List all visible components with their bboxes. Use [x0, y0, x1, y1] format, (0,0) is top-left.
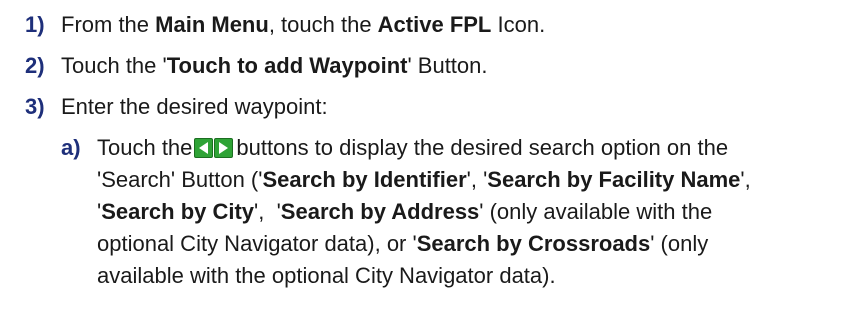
option-search-by-city: Search by City: [101, 199, 255, 224]
step-text: , touch the: [268, 12, 378, 37]
bold-term-touch-to-add-waypoint: Touch to add Waypoint: [166, 53, 408, 78]
substep-label: a): [61, 135, 81, 160]
step-text: Touch the ': [61, 53, 167, 78]
step-text: From the: [61, 12, 156, 37]
step-number: 2): [25, 53, 45, 78]
option-search-by-address: Search by Address: [280, 199, 480, 224]
step-number: 3): [25, 94, 45, 119]
step-number: 1): [25, 12, 45, 37]
step-text: Icon.: [491, 12, 546, 37]
step-text: Enter the desired waypoint:: [61, 94, 328, 119]
right-arrow-icon: [214, 138, 234, 158]
left-arrow-icon: [194, 138, 214, 158]
option-search-by-identifier: Search by Identifier: [262, 167, 467, 192]
bold-term-active-fpl: Active FPL: [377, 12, 492, 37]
option-search-by-facility-name: Search by Facility Name: [487, 167, 741, 192]
step-text: ' Button.: [407, 53, 488, 78]
bold-term-main-menu: Main Menu: [155, 12, 269, 37]
option-search-by-crossroads: Search by Crossroads: [416, 231, 651, 256]
arrow-buttons: [194, 138, 234, 158]
substep-a-text: Touch the buttons to display the desired …: [97, 135, 751, 288]
